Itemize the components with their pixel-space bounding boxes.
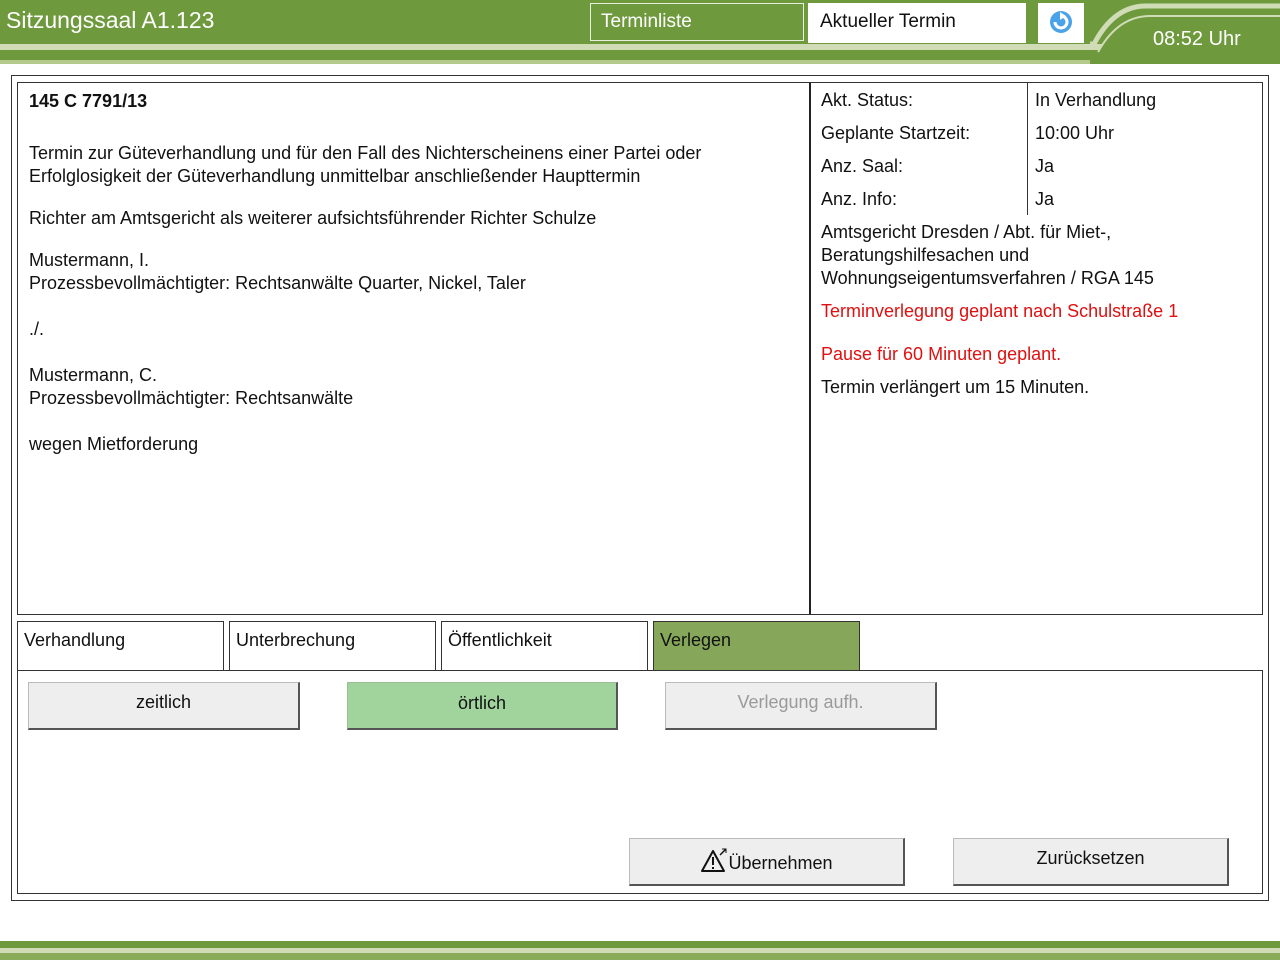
court-line-3: Wohnungseigentumsverfahren / RGA 145 [821, 268, 1154, 288]
party-1-name: Mustermann, I. [29, 250, 150, 270]
tab-appointment-list[interactable]: Terminliste [590, 3, 804, 41]
start-time-value: 10:00 Uhr [1035, 123, 1115, 143]
clock-time: 08:52 Uhr [1153, 28, 1241, 50]
party-2-counsel: Prozessbevollmächtigter: Rechtsanwälte [29, 388, 354, 408]
relocation-notice: Terminverlegung geplant nach Schulstraße… [821, 301, 1179, 321]
local-button[interactable]: örtlich [347, 682, 618, 730]
footer-stripe-bottom [0, 953, 1280, 960]
versus-marker: ./. [29, 319, 45, 339]
display-info-label: Anz. Info: [821, 189, 898, 209]
tab-hearing[interactable]: Verhandlung [17, 621, 224, 671]
party-2-name: Mustermann, C. [29, 365, 158, 385]
court-line-1: Amtsgericht Dresden / Abt. für Miet-, [821, 222, 1112, 242]
refresh-icon [1050, 11, 1072, 33]
case-number: 145 C 7791/13 [29, 91, 148, 111]
reset-button[interactable]: Zurücksetzen [953, 838, 1229, 886]
extension-notice: Termin verlängert um 15 Minuten. [821, 377, 1090, 397]
footer-stripe-green [0, 941, 1280, 948]
apply-button-label: Übernehmen [728, 853, 833, 873]
status-value: In Verhandlung [1035, 90, 1157, 110]
tab-relocate[interactable]: Verlegen [653, 621, 860, 671]
room-title: Sitzungssaal A1.123 [6, 7, 215, 33]
apply-button[interactable]: Übernehmen [629, 838, 905, 886]
case-description-line-1: Termin zur Güteverhandlung und für den F… [29, 143, 702, 163]
status-column-divider [1027, 83, 1028, 215]
party-1-counsel: Prozessbevollmächtigter: Rechtsanwälte Q… [29, 273, 526, 293]
presiding-judge: Richter am Amtsgericht als weiterer aufs… [29, 208, 597, 228]
tab-interruption[interactable]: Unterbrechung [229, 621, 436, 671]
case-subject: wegen Mietforderung [29, 434, 199, 454]
start-time-label: Geplante Startzeit: [821, 123, 971, 143]
display-room-value: Ja [1035, 156, 1055, 176]
display-room-label: Anz. Saal: [821, 156, 904, 176]
display-info-value: Ja [1035, 189, 1055, 209]
refresh-button[interactable] [1038, 3, 1084, 43]
case-description-line-2: Erfolglosigkeit der Güteverhandlung unmi… [29, 166, 641, 186]
header-stripe-green [0, 50, 1280, 60]
header-stripe-bottom [0, 60, 1280, 64]
warning-icon [700, 847, 728, 878]
tab-publicity[interactable]: Öffentlichkeit [441, 621, 648, 671]
status-label: Akt. Status: [821, 90, 914, 110]
court-line-2: Beratungshilfesachen und [821, 245, 1030, 265]
pause-notice: Pause für 60 Minuten geplant. [821, 344, 1062, 364]
cancel-relocation-button[interactable]: Verlegung aufh. [665, 682, 937, 730]
temporal-button[interactable]: zeitlich [28, 682, 300, 730]
tab-current-appointment[interactable]: Aktueller Termin [808, 3, 1026, 43]
